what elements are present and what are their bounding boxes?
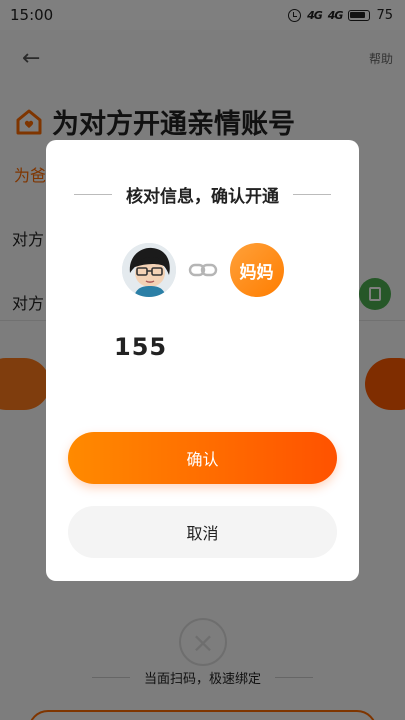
title-line-left: [74, 193, 112, 196]
phone-number: 155: [114, 333, 168, 361]
cancel-button[interactable]: 取消: [68, 506, 337, 558]
link-icon: [188, 260, 218, 280]
title-line-right: [293, 193, 331, 196]
confirm-button[interactable]: 确认: [68, 432, 337, 484]
dialog-title: 核对信息，确认开通: [126, 187, 279, 207]
user-avatar: [121, 243, 176, 297]
dialog-header: 核对信息，确认开通: [46, 182, 359, 207]
confirm-dialog: 核对信息，确认开通 妈妈 155 确认 取消: [46, 140, 359, 581]
avatar-row: 妈妈: [46, 243, 359, 297]
mom-avatar: 妈妈: [229, 243, 284, 297]
